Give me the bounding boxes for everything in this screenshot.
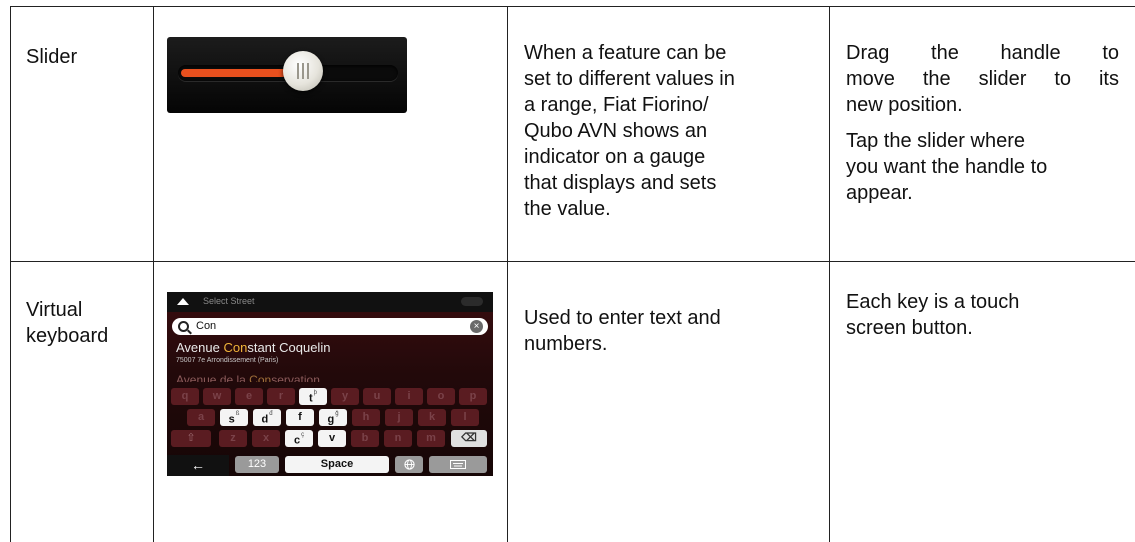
search-value: Con — [196, 320, 217, 332]
key-a: a — [187, 409, 215, 426]
key-f[interactable]: f — [286, 409, 314, 426]
shift-key: ⇧ — [171, 430, 211, 447]
slider-usage-line: Drag the handle to — [846, 42, 1119, 64]
key-w: w — [203, 388, 231, 405]
search-icon — [178, 321, 189, 332]
key-g[interactable]: gğ — [319, 409, 347, 426]
slider-usage-line: you want the handle to — [846, 156, 1048, 178]
back-arrow-button[interactable]: ← — [167, 455, 229, 476]
key-y: y — [331, 388, 359, 405]
globe-icon[interactable] — [395, 456, 423, 473]
key-x: x — [252, 430, 280, 447]
key-r: r — [267, 388, 295, 405]
result-text: Avenue de la — [176, 373, 250, 382]
result-text: servation — [271, 373, 320, 382]
search-result-1-subtitle: 75007 7e Arrondissement (Paris) — [176, 357, 279, 364]
search-result-2[interactable]: Avenue de la Conservation — [176, 373, 320, 382]
slider-usage-line: appear. — [846, 182, 913, 204]
slider-description-line: that displays and sets — [524, 172, 717, 194]
key-z: z — [219, 430, 247, 447]
result-text: stant Coquelin — [247, 340, 331, 355]
keyboard-icon[interactable] — [429, 456, 487, 473]
slider-description-line: set to different values in — [524, 68, 735, 90]
slider-usage-line: Tap the slider where — [846, 130, 1025, 152]
keyboard-usage-line: screen button. — [846, 317, 973, 339]
column-divider-1 — [153, 6, 154, 542]
key-m: m — [417, 430, 445, 447]
key-n: n — [384, 430, 412, 447]
slider-description-line: indicator on a gauge — [524, 146, 706, 168]
slider-description-line: a range, Fiat Fiorino/ — [524, 94, 709, 116]
key-l: l — [451, 409, 479, 426]
result-match: Con — [249, 373, 272, 382]
slider-usage-line: new position. — [846, 94, 963, 116]
slider-description-line: the value. — [524, 198, 611, 220]
key-o: o — [427, 388, 455, 405]
slider-description-line: When a feature can be — [524, 42, 727, 64]
slider-description-line: Qubo AVN shows an — [524, 120, 708, 142]
key-d[interactable]: dđ — [253, 409, 281, 426]
keyboard-description-line: numbers. — [524, 333, 608, 355]
slider-label: Slider — [26, 46, 78, 68]
key-t[interactable]: tþ — [299, 388, 327, 405]
key-c[interactable]: cç — [285, 430, 313, 447]
keyboard-header-title: Select Street — [203, 296, 255, 306]
table-border-top — [10, 6, 1135, 7]
key-v[interactable]: v — [318, 430, 346, 447]
result-match: Con — [223, 340, 248, 355]
grip-line-icon — [307, 63, 309, 79]
grip-line-icon — [302, 63, 304, 79]
backspace-key[interactable]: ⌫ — [451, 430, 487, 447]
virtual-keyboard-illustration: Select Street Con × Avenue Constant Coqu… — [167, 292, 493, 476]
clear-icon[interactable]: × — [470, 320, 483, 333]
column-divider-2 — [507, 6, 508, 542]
key-b: b — [351, 430, 379, 447]
key-e: e — [235, 388, 263, 405]
key-j: j — [385, 409, 413, 426]
column-divider-3 — [829, 6, 830, 542]
table-border-middle — [10, 261, 1135, 262]
key-p: p — [459, 388, 487, 405]
key-u: u — [363, 388, 391, 405]
key-q: q — [171, 388, 199, 405]
status-icon — [461, 297, 483, 306]
numbers-key[interactable]: 123 — [235, 456, 279, 473]
keyboard-label-line: Virtual — [26, 299, 83, 321]
result-text: Avenue — [176, 340, 224, 355]
key-s[interactable]: sß — [220, 409, 248, 426]
space-key[interactable]: Space — [285, 456, 389, 473]
key-k: k — [418, 409, 446, 426]
key-i: i — [395, 388, 423, 405]
slider-illustration — [167, 37, 407, 113]
keyboard-header-bar: Select Street — [167, 292, 493, 312]
keyboard-usage-line: Each key is a touch — [846, 291, 1020, 313]
search-result-1[interactable]: Avenue Constant Coquelin — [176, 340, 330, 355]
key-h: h — [352, 409, 380, 426]
grip-line-icon — [297, 63, 299, 79]
slider-usage-line: move the slider to its — [846, 68, 1119, 90]
street-search-input[interactable]: Con × — [172, 318, 488, 335]
slider-handle[interactable] — [283, 51, 323, 91]
keyboard-description-line: Used to enter text and — [524, 307, 721, 329]
table-border-left — [10, 6, 11, 542]
keyboard-label-line: keyboard — [26, 325, 109, 347]
up-arrow-icon[interactable] — [177, 298, 189, 305]
